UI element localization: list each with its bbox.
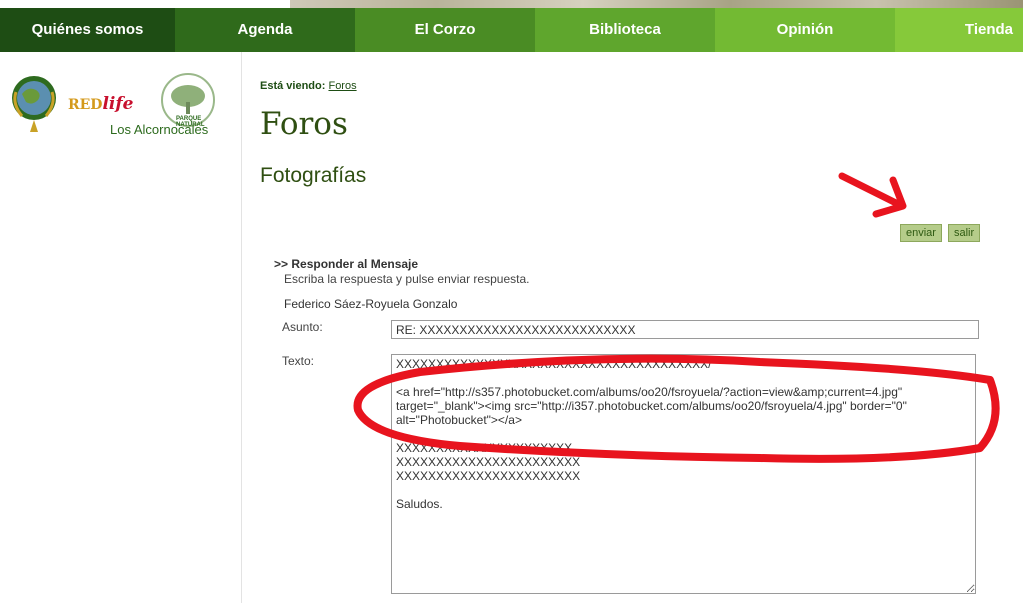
- exit-button[interactable]: salir: [947, 224, 981, 242]
- subject-label: Asunto:: [282, 320, 323, 334]
- breadcrumb: Está viendo: Foros: [260, 80, 357, 92]
- nav-biblioteca[interactable]: Biblioteca: [535, 8, 715, 52]
- logo-red-text: RED: [68, 97, 103, 113]
- reply-heading: >> Responder al Mensaje: [274, 257, 419, 271]
- form-actions: enviar salir: [900, 224, 981, 242]
- logo-life-text: life: [102, 94, 134, 114]
- site-logo[interactable]: REDlife PARQUE NATURAL Los Alcornocales: [8, 72, 228, 142]
- nav-quienes-somos[interactable]: Quiénes somos: [0, 8, 175, 52]
- header-photo-strip: [0, 0, 1023, 8]
- nav-tienda[interactable]: Tienda: [895, 8, 1023, 52]
- reply-instruction: Escriba la respuesta y pulse enviar resp…: [284, 272, 530, 286]
- main-content: Está viendo: Foros Foros Fotografías env…: [260, 52, 1020, 603]
- sidebar: REDlife PARQUE NATURAL Los Alcornocales: [0, 52, 242, 603]
- breadcrumb-label: Está viendo:: [260, 80, 326, 92]
- main-nav: Quiénes somos Agenda El Corzo Biblioteca…: [0, 8, 1023, 52]
- send-button[interactable]: enviar: [900, 224, 942, 242]
- message-textarea[interactable]: XXXXXXXXXXXXXXXXXXXXXXXXXXXXXXXXXXXXXXX/…: [391, 354, 976, 594]
- nav-el-corzo[interactable]: El Corzo: [355, 8, 535, 52]
- nav-tienda-label: Tienda: [964, 21, 1013, 38]
- breadcrumb-link-foros[interactable]: Foros: [328, 80, 356, 92]
- header-photo: [290, 0, 1023, 8]
- subject-input[interactable]: [391, 320, 979, 339]
- nav-opinion[interactable]: Opinión: [715, 8, 895, 52]
- text-label: Texto:: [282, 354, 315, 368]
- author-name: Federico Sáez-Royuela Gonzalo: [284, 297, 458, 311]
- logo-redlife: REDlife: [68, 94, 134, 114]
- page-title: Foros: [260, 106, 348, 142]
- logo-los-alcornocales: Los Alcornocales: [110, 122, 209, 137]
- nav-agenda[interactable]: Agenda: [175, 8, 355, 52]
- section-title: Fotografías: [260, 164, 367, 187]
